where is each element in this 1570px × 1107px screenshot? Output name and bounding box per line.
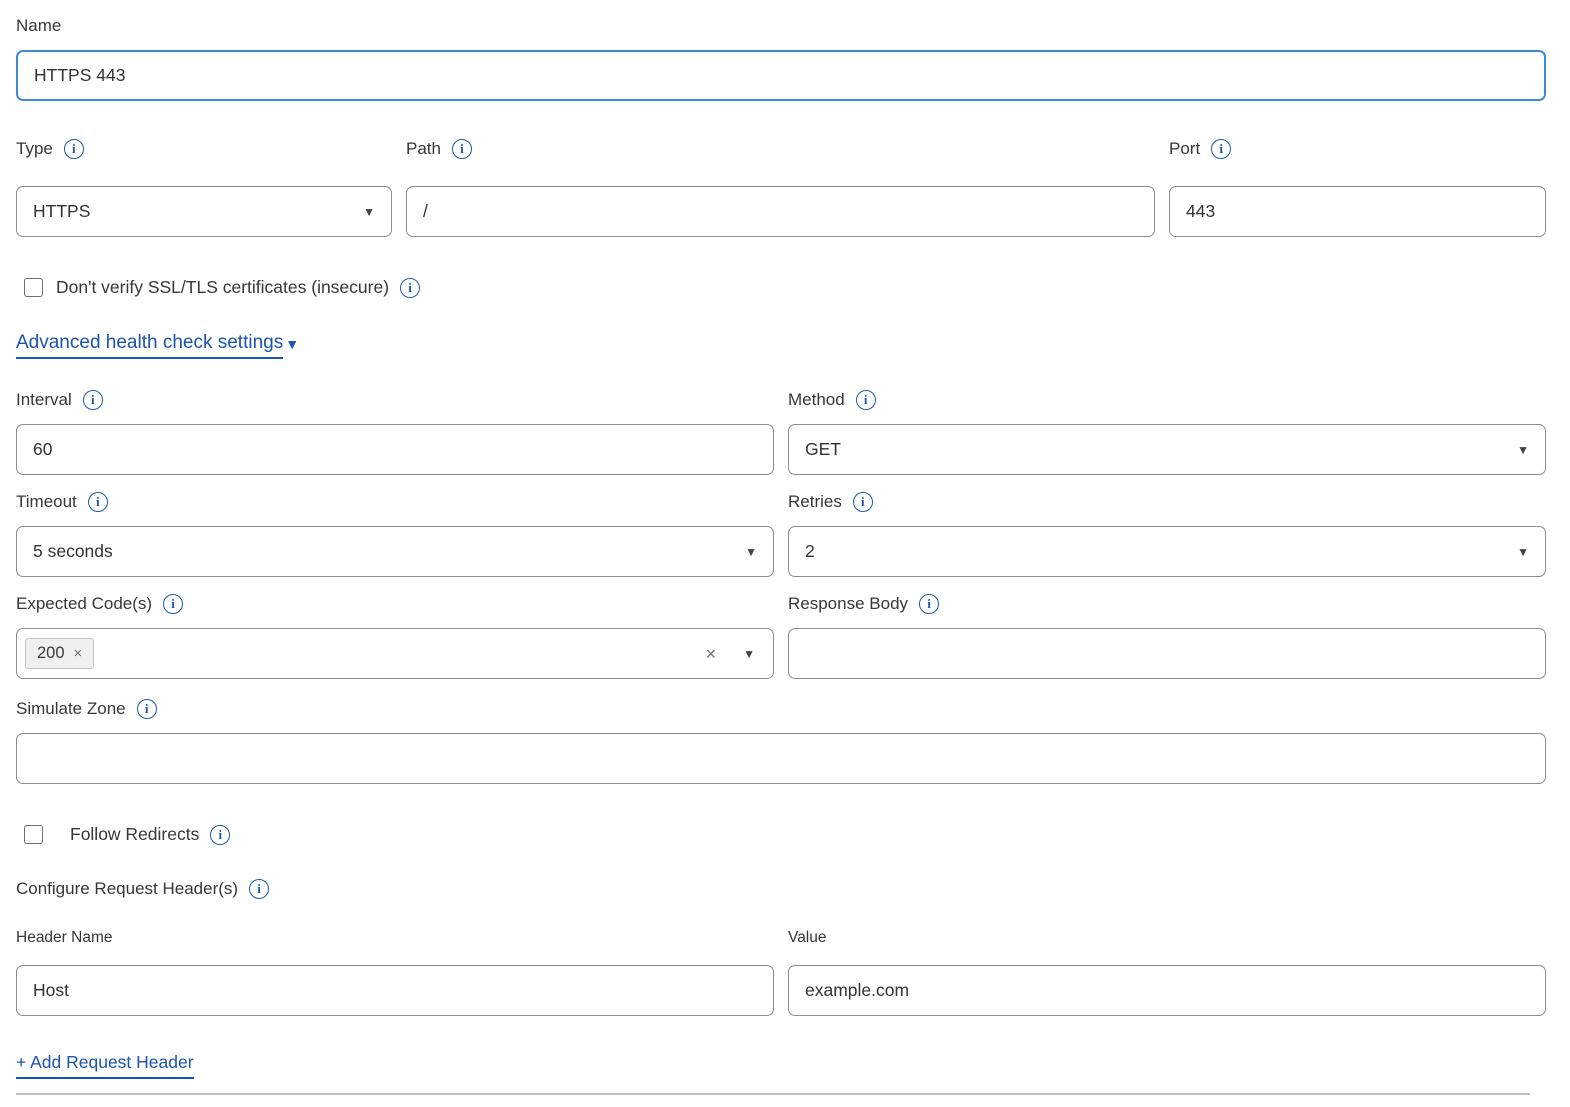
chevron-down-icon: ▼	[1517, 546, 1529, 558]
timeout-select-value: 5 seconds	[33, 541, 113, 562]
retries-label-text: Retries	[788, 490, 842, 514]
request-headers-section-label-text: Configure Request Header(s)	[16, 877, 238, 901]
section-divider	[16, 1093, 1530, 1095]
ssl-verify-label-text: Don't verify SSL/TLS certificates (insec…	[56, 277, 389, 298]
interval-label: Interval i	[16, 388, 774, 412]
simulate-zone-label: Simulate Zone i	[16, 697, 1546, 721]
response-body-label-text: Response Body	[788, 592, 908, 616]
info-icon[interactable]: i	[400, 278, 420, 298]
path-input[interactable]	[406, 186, 1155, 237]
interval-label-text: Interval	[16, 388, 72, 412]
type-select-value: HTTPS	[33, 201, 90, 222]
info-icon[interactable]: i	[83, 390, 103, 410]
timeout-select[interactable]: 5 seconds ▼	[16, 526, 774, 577]
follow-redirects-label-text: Follow Redirects	[70, 824, 199, 845]
follow-redirects-checkbox[interactable]	[24, 825, 43, 844]
ssl-verify-checkbox-row: Don't verify SSL/TLS certificates (insec…	[24, 277, 1546, 298]
info-icon[interactable]: i	[856, 390, 876, 410]
header-name-column-label: Header Name	[16, 927, 774, 948]
header-name-input[interactable]	[16, 965, 774, 1016]
name-label-text: Name	[16, 14, 61, 38]
ssl-verify-checkbox[interactable]	[24, 278, 43, 297]
info-icon[interactable]: i	[452, 139, 472, 159]
expected-codes-label-text: Expected Code(s)	[16, 592, 152, 616]
retries-select-value: 2	[805, 541, 815, 562]
method-label-text: Method	[788, 388, 845, 412]
expected-codes-multiselect[interactable]: 200 × × ▼	[16, 628, 774, 679]
chevron-down-icon: ▼	[1517, 444, 1529, 456]
info-icon[interactable]: i	[249, 879, 269, 899]
follow-redirects-label: Follow Redirects i	[70, 824, 230, 845]
simulate-zone-input[interactable]	[16, 733, 1546, 784]
value-column-label: Value	[788, 927, 1546, 948]
info-icon[interactable]: i	[919, 594, 939, 614]
info-icon[interactable]: i	[88, 492, 108, 512]
request-headers-section-label: Configure Request Header(s) i	[16, 877, 1546, 901]
info-icon[interactable]: i	[1211, 139, 1231, 159]
info-icon[interactable]: i	[137, 699, 157, 719]
method-select[interactable]: GET ▼	[788, 424, 1546, 475]
add-request-header-link[interactable]: + Add Request Header	[16, 1052, 194, 1079]
interval-input[interactable]	[16, 424, 774, 475]
port-input[interactable]	[1169, 186, 1546, 237]
expected-code-tag: 200 ×	[25, 638, 94, 669]
timeout-label: Timeout i	[16, 490, 774, 514]
expected-code-tag-text: 200	[37, 644, 65, 663]
info-icon[interactable]: i	[853, 492, 873, 512]
remove-tag-icon[interactable]: ×	[74, 645, 83, 662]
retries-select[interactable]: 2 ▼	[788, 526, 1546, 577]
chevron-down-icon[interactable]: ▼	[743, 648, 755, 660]
chevron-down-icon: ▼	[285, 336, 299, 352]
type-select[interactable]: HTTPS ▼	[16, 186, 392, 237]
ssl-verify-label: Don't verify SSL/TLS certificates (insec…	[56, 277, 420, 298]
request-header-row	[16, 965, 1546, 1016]
multiselect-controls: × ▼	[706, 645, 755, 663]
name-input[interactable]	[16, 50, 1546, 101]
timeout-label-text: Timeout	[16, 490, 77, 514]
response-body-label: Response Body i	[788, 592, 1546, 616]
port-label: Port i	[1169, 137, 1546, 161]
chevron-down-icon: ▼	[363, 206, 375, 218]
type-label-text: Type	[16, 137, 53, 161]
info-icon[interactable]: i	[163, 594, 183, 614]
type-label: Type i	[16, 137, 392, 161]
advanced-settings-link-text: Advanced health check settings	[16, 332, 283, 359]
name-label: Name	[16, 14, 1546, 38]
info-icon[interactable]: i	[64, 139, 84, 159]
simulate-zone-label-text: Simulate Zone	[16, 697, 126, 721]
method-label: Method i	[788, 388, 1546, 412]
health-check-form: Name Type i Path i Port i HTTPS ▼ Don't …	[0, 0, 1570, 1107]
retries-label: Retries i	[788, 490, 1546, 514]
info-icon[interactable]: i	[210, 825, 230, 845]
advanced-settings-link[interactable]: Advanced health check settings ▼	[16, 332, 299, 359]
expected-codes-label: Expected Code(s) i	[16, 592, 774, 616]
header-name-column-label-text: Header Name	[16, 927, 113, 948]
port-label-text: Port	[1169, 137, 1200, 161]
response-body-input[interactable]	[788, 628, 1546, 679]
follow-redirects-row: Follow Redirects i	[24, 824, 1546, 845]
header-value-input[interactable]	[788, 965, 1546, 1016]
value-column-label-text: Value	[788, 927, 827, 948]
clear-all-icon[interactable]: ×	[706, 645, 717, 663]
path-label: Path i	[406, 137, 1155, 161]
method-select-value: GET	[805, 439, 841, 460]
path-label-text: Path	[406, 137, 441, 161]
chevron-down-icon: ▼	[745, 546, 757, 558]
